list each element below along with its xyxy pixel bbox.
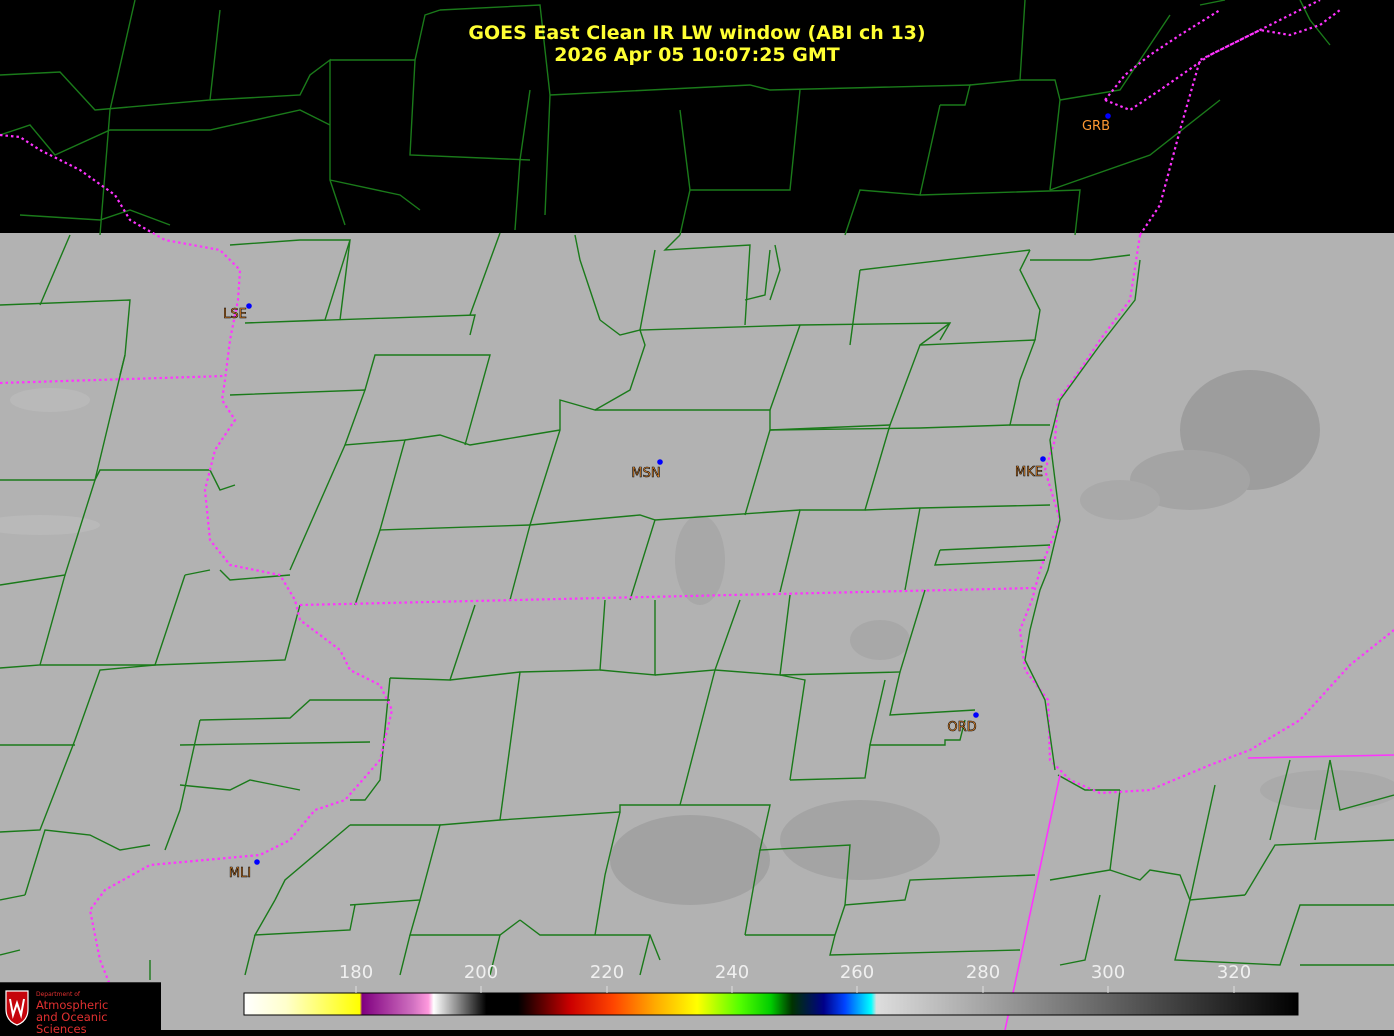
colorbar [243,992,1299,1016]
image-title: GOES East Clean IR LW window (ABI ch 13) [468,22,926,44]
aos-logo: Department of Atmospheric and Oceanic Sc… [0,982,161,1035]
station-label-mke: MKE [1015,465,1043,480]
colorbar-tick-label: 260 [839,962,875,983]
station-label-mli: MLI [229,866,251,881]
station-dot-msn [657,459,663,465]
ir-imagery [0,233,1394,1030]
station-label-lse: LSE [223,307,247,322]
colorbar-tick-label: 320 [1216,962,1252,983]
station-label-ord: ORD [947,720,976,735]
station-dot-mli [254,859,260,865]
colorbar-tick-label: 240 [714,962,750,983]
image-timestamp: 2026 Apr 05 10:07:25 GMT [554,44,840,66]
satellite-map: GRB LSE MSN MKE ORD MLI [0,0,1394,1030]
station-dot-lse [246,303,252,309]
colorbar-tick-label: 180 [338,962,374,983]
station-label-grb: GRB [1082,119,1110,134]
station-dot-mke [1040,456,1046,462]
station-dot-grb [1105,113,1111,119]
colorbar-tick-label: 220 [589,962,625,983]
logo-line-oceanic: and Oceanic Sciences [36,1010,108,1036]
colorbar-tick-label: 280 [965,962,1001,983]
logo-line-department: Department of [36,991,80,998]
station-dot-ord [973,712,979,718]
colorbar-tick-label: 200 [463,962,499,983]
colorbar-tick-label: 300 [1090,962,1126,983]
uw-seal-icon [5,990,29,1026]
colorbar-tick-labels: 180 200 220 240 260 280 300 320 [0,962,1394,984]
station-label-msn: MSN [631,466,660,481]
